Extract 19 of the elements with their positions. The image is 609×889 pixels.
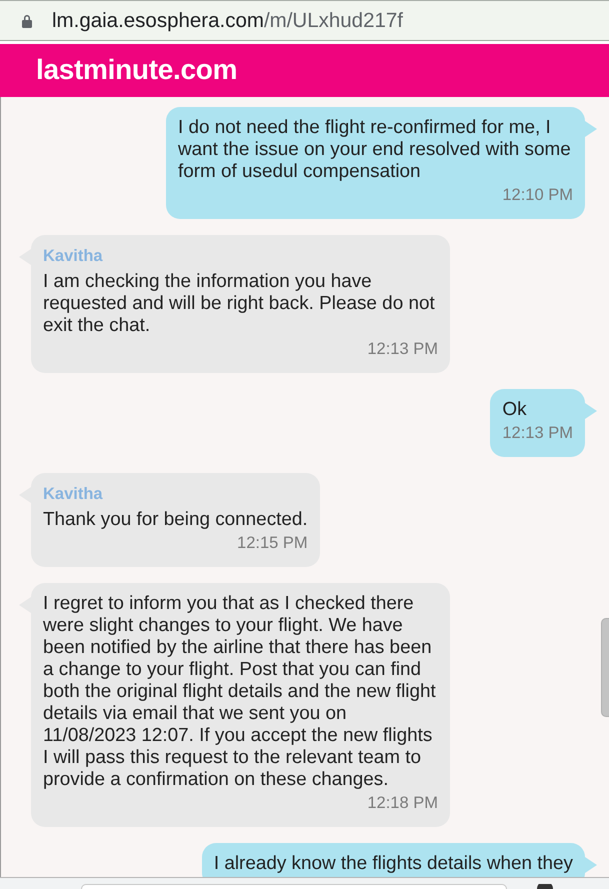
site-logo[interactable]: lastminute.com: [36, 54, 238, 86]
message-time: 12:15 PM: [236, 533, 308, 554]
message-text: Ok: [502, 399, 528, 421]
message-time: 12:13 PM: [502, 423, 573, 444]
message-text: I am checking the information you have requested and will be right back. Please do not exit the chat.: [43, 271, 436, 337]
scrollbar-thumb[interactable]: [601, 618, 609, 717]
message-time: 12:13 PM: [366, 339, 438, 360]
message-text: I regret to inform you that as I checked there were slight changes to your flight. We have been notified by the airline that there has been a change to your flight. Post that you can find both the original flight details and the new flight details via email that we sent you on 11/08/2023 12:07. If you accept the new flights I will pass this request to the relevant team to provide a confirmation on these changes.: [43, 593, 437, 791]
message-text: I do not need the flight re-confirmed for me, I want the issue on your end resolved with some form of usedul compensation: [178, 117, 572, 183]
address-bar[interactable]: lm.gaia.esosphera.com/m/ULxhud217f: [0, 0, 609, 41]
url-text: lm.gaia.esosphera.com/m/ULxhud217f: [52, 8, 403, 32]
sender-name: Kavitha: [43, 484, 104, 505]
sender-name: Kavitha: [43, 246, 104, 267]
lock-icon: [22, 14, 32, 28]
message-input-field[interactable]: [81, 884, 507, 889]
message-text: I already know the flights details when they: [214, 853, 573, 875]
message-text: Thank you for being connected.: [43, 509, 308, 531]
message-time: 12:10 PM: [501, 185, 573, 206]
message-time: 12:18 PM: [366, 793, 438, 814]
